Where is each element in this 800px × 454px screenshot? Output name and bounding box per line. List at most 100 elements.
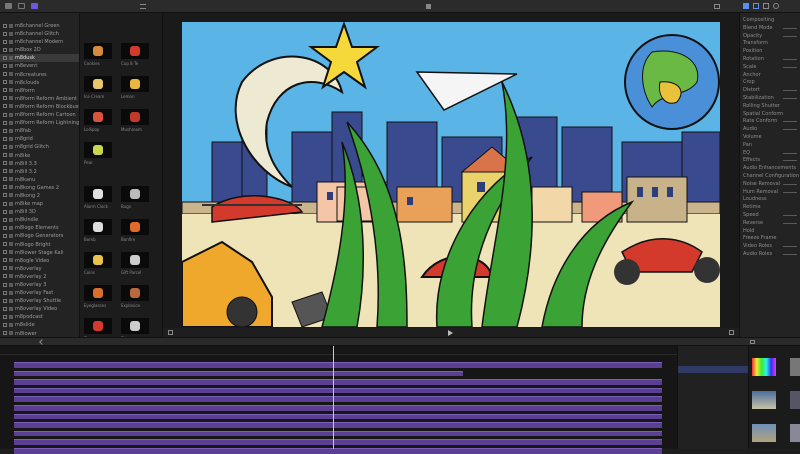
value-slider[interactable] <box>783 253 797 255</box>
inspector-row[interactable]: Audio Roles <box>740 251 800 259</box>
library-item[interactable]: m8ill 3.2 <box>0 168 79 176</box>
library-item[interactable]: m8kong 2 <box>0 192 79 200</box>
timeline-clip[interactable] <box>14 396 662 402</box>
library-icon[interactable] <box>5 3 12 9</box>
inspector-row[interactable]: Blend Mode <box>740 25 800 33</box>
effect-category[interactable] <box>678 381 749 389</box>
checkbox-icon[interactable] <box>3 314 7 319</box>
photos-icon[interactable] <box>18 3 25 9</box>
effect-thumbnail[interactable] <box>752 391 776 409</box>
library-item[interactable]: m8dusk <box>0 54 79 63</box>
timeline-clip[interactable] <box>14 362 662 368</box>
timeline-clip[interactable] <box>14 422 662 428</box>
checkbox-icon[interactable] <box>3 242 7 247</box>
checkbox-icon[interactable] <box>3 306 7 311</box>
effect-tile[interactable] <box>121 285 149 301</box>
video-inspector-icon[interactable] <box>753 3 759 9</box>
library-item[interactable]: m8overlay <box>0 265 79 273</box>
library-item[interactable]: m8kindle <box>0 216 79 224</box>
inspector-row[interactable]: Retime <box>740 204 800 212</box>
library-item[interactable]: m8form Reform Lightning <box>0 119 79 127</box>
transform-tool-icon[interactable] <box>168 330 173 335</box>
checkbox-icon[interactable] <box>3 120 7 125</box>
inspector-row[interactable]: Effects <box>740 157 800 165</box>
checkbox-icon[interactable] <box>3 233 7 238</box>
effect-category[interactable] <box>678 365 749 373</box>
effect-category[interactable] <box>678 403 749 411</box>
checkbox-icon[interactable] <box>3 88 7 93</box>
checkbox-icon[interactable] <box>3 39 7 44</box>
effect-tile[interactable] <box>84 142 112 158</box>
effect-tile[interactable] <box>84 318 112 334</box>
library-item[interactable]: m8channel Modern <box>0 38 79 46</box>
inspector-row[interactable]: Audio <box>740 126 800 134</box>
library-item[interactable]: m8channel Green <box>0 22 79 30</box>
effect-tile[interactable] <box>121 43 149 59</box>
checkbox-icon[interactable] <box>3 169 7 174</box>
library-item[interactable]: m8lower <box>0 330 79 337</box>
timeline-clip[interactable] <box>14 430 662 437</box>
checkbox-icon[interactable] <box>3 250 7 255</box>
effect-tile[interactable] <box>84 109 112 125</box>
library-item[interactable]: m8form Reform Blockbuster <box>0 103 79 111</box>
effect-thumbnail[interactable] <box>790 358 800 376</box>
inspector-row[interactable]: Freeze Frame <box>740 235 800 243</box>
inspector-row[interactable]: Audio Enhancements <box>740 165 800 173</box>
inspector-row[interactable]: Crop <box>740 79 800 87</box>
checkbox-icon[interactable] <box>3 298 7 303</box>
library-item[interactable]: m8form <box>0 87 79 95</box>
checkbox-icon[interactable] <box>3 217 7 222</box>
effect-category[interactable] <box>678 358 749 366</box>
effect-tile[interactable] <box>121 219 149 235</box>
effect-category[interactable] <box>678 411 749 419</box>
checkbox-icon[interactable] <box>3 144 7 149</box>
inspector-row[interactable]: Distort <box>740 87 800 95</box>
effect-category[interactable] <box>678 418 749 426</box>
effect-tile[interactable] <box>84 186 112 202</box>
inspector-toggle-icon[interactable] <box>743 3 749 9</box>
library-item[interactable]: m8overlay 2 <box>0 273 79 281</box>
effect-tile[interactable] <box>84 219 112 235</box>
inspector-row[interactable]: Spatial Conform <box>740 111 800 119</box>
checkbox-icon[interactable] <box>3 266 7 271</box>
inspector-row[interactable]: Compositing <box>740 17 800 25</box>
library-item[interactable]: m8slide <box>0 321 79 329</box>
value-slider[interactable] <box>783 27 797 29</box>
value-slider[interactable] <box>783 58 797 60</box>
checkbox-icon[interactable] <box>3 225 7 230</box>
effect-category[interactable] <box>678 396 749 404</box>
effect-thumbnail[interactable] <box>752 358 776 376</box>
checkbox-icon[interactable] <box>3 201 7 206</box>
value-slider[interactable] <box>783 121 797 123</box>
effect-thumbnail[interactable] <box>790 391 800 409</box>
play-icon[interactable] <box>448 330 453 336</box>
value-slider[interactable] <box>783 214 797 216</box>
timeline-clip[interactable] <box>14 439 662 445</box>
inspector-row[interactable]: EQ <box>740 150 800 158</box>
titles-icon[interactable] <box>31 3 38 9</box>
value-slider[interactable] <box>783 191 797 193</box>
timeline-clip[interactable] <box>14 405 662 411</box>
inspector-row[interactable]: Opacity <box>740 33 800 41</box>
value-slider[interactable] <box>783 222 797 224</box>
effect-tile[interactable] <box>84 285 112 301</box>
checkbox-icon[interactable] <box>3 47 7 52</box>
list-view-icon[interactable] <box>140 4 146 9</box>
checkbox-icon[interactable] <box>3 63 7 68</box>
inspector-row[interactable]: Transform <box>740 40 800 48</box>
checkbox-icon[interactable] <box>3 153 7 157</box>
library-item[interactable]: m8kanu <box>0 176 79 184</box>
inspector-row[interactable]: Rotation <box>740 56 800 64</box>
inspector-row[interactable]: Loudness <box>740 196 800 204</box>
checkbox-icon[interactable] <box>3 55 7 60</box>
effect-thumbnail[interactable] <box>752 424 776 442</box>
inspector-row[interactable]: Reverse <box>740 220 800 228</box>
library-item[interactable]: m8box 2D <box>0 46 79 54</box>
effect-tile[interactable] <box>121 109 149 125</box>
inspector-row[interactable]: Speed <box>740 212 800 220</box>
effect-tile[interactable] <box>121 318 149 334</box>
inspector-row[interactable]: Stabilization <box>740 95 800 103</box>
library-item[interactable]: m8logo Bright <box>0 241 79 249</box>
inspector-row[interactable]: Position <box>740 48 800 56</box>
library-item[interactable]: m8grid Glitch <box>0 143 79 151</box>
